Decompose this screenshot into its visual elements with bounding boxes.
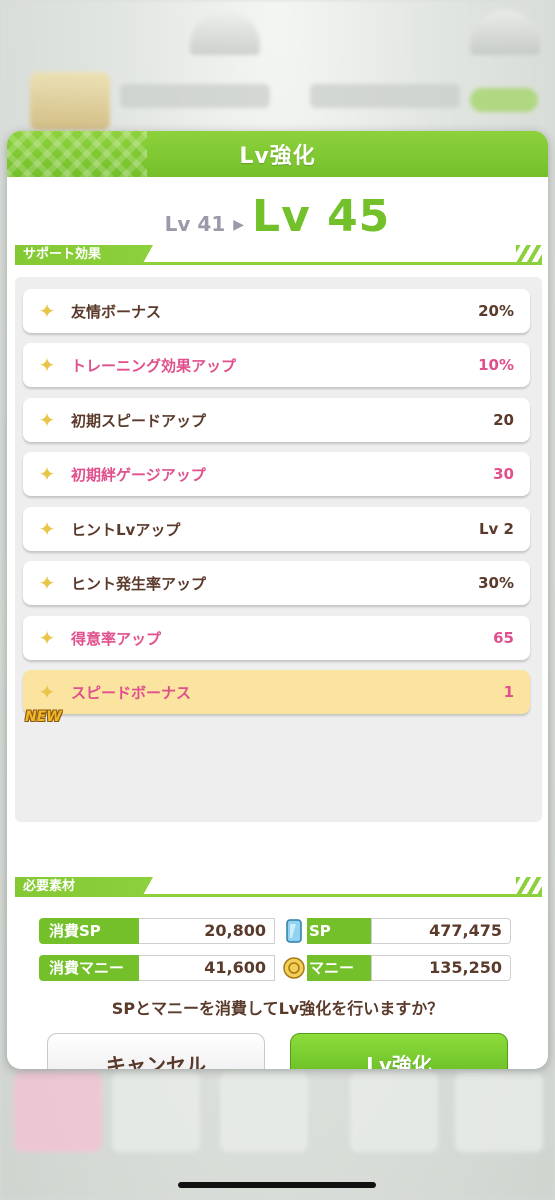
effect-row: ✦ ヒントLvアップ Lv 2 [23, 507, 530, 551]
money-row: 消費マニー 41,600 マニー 135,250 [39, 955, 517, 981]
money-cost-value: 41,600 [139, 955, 275, 981]
effect-name: ヒント発生率アップ [71, 574, 207, 593]
materials-header: 必要素材 [15, 877, 542, 897]
section-label: サポート効果 [15, 245, 153, 265]
sparkle-icon: ✦ [38, 299, 56, 323]
section-decoration [516, 245, 542, 262]
background-shelf [120, 84, 270, 108]
coin-icon [281, 955, 307, 981]
support-effects-list: ✦ 友情ボーナス 20% ✦ トレーニング効果アップ 10% ✦ 初期スピードア… [15, 277, 542, 822]
sparkle-icon: ✦ [38, 571, 56, 595]
money-owned-label: マニー [307, 955, 371, 981]
effect-name: 得意率アップ [71, 629, 162, 648]
dialog-body: Lv 41 ▶ Lv 45 サポート効果 ✦ 友情ボーナス 20% ✦ トレーニ… [7, 177, 548, 1069]
background-tile [350, 1072, 438, 1152]
effect-row-new: ✦ スピードボーナス 1 [23, 670, 530, 714]
level-change: Lv 41 ▶ Lv 45 [7, 191, 548, 242]
background-lamp [470, 10, 540, 55]
sparkle-icon: ✦ [38, 626, 56, 650]
new-badge: NEW [25, 709, 62, 725]
confirm-question: SPとマニーを消費してLv強化を行いますか？ [111, 999, 444, 1018]
sp-crystal-icon [281, 918, 307, 944]
sp-row: 消費SP 20,800 SP 477,475 [39, 918, 517, 944]
support-effects-header: サポート効果 [15, 245, 542, 265]
background-tile [220, 1072, 308, 1152]
background-tile [14, 1072, 102, 1152]
effect-row: ✦ ヒント発生率アップ 30% [23, 561, 530, 605]
effect-row: ✦ トレーニング効果アップ 10% [23, 343, 530, 387]
effect-row: ✦ 得意率アップ 65 [23, 616, 530, 660]
cancel-button[interactable]: キャンセル [47, 1033, 265, 1069]
background-tile [455, 1072, 543, 1152]
effect-row: ✦ 初期スピードアップ 20 [23, 398, 530, 442]
background-shelf [310, 84, 460, 108]
lv-upgrade-dialog: Lv強化 Lv 41 ▶ Lv 45 サポート効果 ✦ 友情ボーナス 20% ✦… [7, 131, 548, 1069]
level-from: Lv 41 [164, 212, 226, 236]
effect-row: ✦ 友情ボーナス 20% [23, 289, 530, 333]
effect-value: 30% [478, 574, 514, 592]
effect-row: ✦ 初期絆ゲージアップ 30 [23, 452, 530, 496]
sparkle-icon: ✦ [38, 408, 56, 432]
effect-value: 20% [478, 302, 514, 320]
background-button [470, 88, 538, 112]
effect-name: 初期スピードアップ [71, 411, 207, 430]
effect-value: 30 [493, 465, 514, 483]
effect-name: ヒントLvアップ [71, 520, 181, 539]
section-decoration [516, 877, 542, 894]
effect-value: Lv 2 [479, 520, 514, 538]
dialog-header: Lv強化 [7, 131, 548, 177]
effect-value: 1 [503, 683, 514, 701]
effect-value: 65 [493, 629, 514, 647]
effect-value: 10% [478, 356, 514, 374]
money-owned-value: 135,250 [371, 955, 511, 981]
effect-name: 友情ボーナス [71, 302, 162, 321]
lv-upgrade-button[interactable]: Lv強化 [290, 1033, 508, 1069]
level-to: Lv 45 [252, 191, 391, 242]
money-cost-label: 消費マニー [39, 955, 139, 981]
dialog-title: Lv強化 [239, 144, 316, 169]
background-sign [30, 72, 110, 130]
effect-name: トレーニング効果アップ [71, 356, 237, 375]
sp-cost-value: 20,800 [139, 918, 275, 944]
section-label: 必要素材 [15, 877, 153, 897]
effect-name: 初期絆ゲージアップ [71, 465, 206, 484]
home-indicator[interactable] [178, 1182, 376, 1188]
effect-name: スピードボーナス [71, 683, 192, 702]
arrow-right-icon: ▶ [233, 217, 245, 233]
effect-value: 20 [493, 411, 514, 429]
sp-owned-value: 477,475 [371, 918, 511, 944]
sp-owned-label: SP [307, 918, 371, 944]
background-tile [112, 1072, 200, 1152]
sp-cost-label: 消費SP [39, 918, 139, 944]
header-pattern [7, 131, 147, 177]
sparkle-icon: ✦ [38, 517, 56, 541]
sparkle-icon: ✦ [38, 462, 56, 486]
sparkle-icon: ✦ [38, 680, 56, 704]
sparkle-icon: ✦ [38, 353, 56, 377]
background-lamp [190, 10, 260, 55]
